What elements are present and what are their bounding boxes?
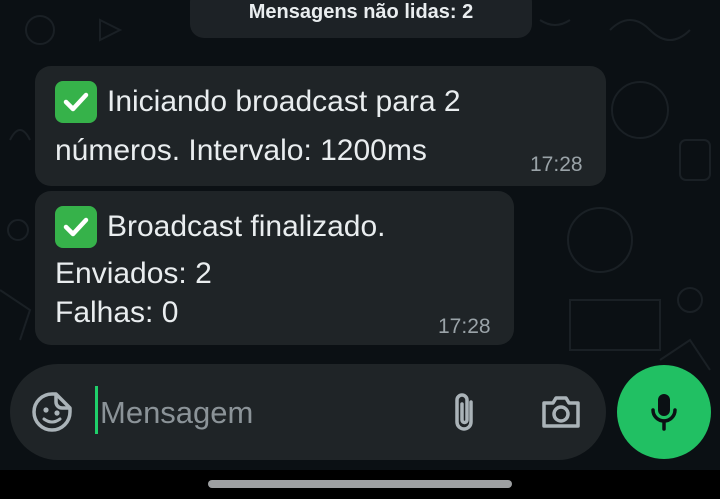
unread-messages-banner: Mensagens não lidas: 2 <box>190 0 532 38</box>
sticker-icon[interactable] <box>30 390 74 434</box>
microphone-button[interactable] <box>617 365 711 459</box>
message-input[interactable] <box>98 388 422 438</box>
message-line: números. Intervalo: 1200ms <box>55 133 427 169</box>
message-text: Falhas: 0 <box>55 296 179 329</box>
message-bubble[interactable]: Broadcast finalizado. Enviados: 2 Falhas… <box>35 191 514 345</box>
message-composer <box>10 364 606 460</box>
message-line: Iniciando broadcast para 2 <box>55 81 461 123</box>
camera-icon[interactable] <box>538 392 584 432</box>
message-timestamp: 17:28 <box>438 315 491 338</box>
message-timestamp: 17:28 <box>530 153 583 176</box>
home-indicator[interactable] <box>208 480 512 488</box>
message-bubble[interactable]: Iniciando broadcast para 2 números. Inte… <box>35 66 606 186</box>
message-line: Falhas: 0 <box>55 295 178 331</box>
paperclip-icon[interactable] <box>446 390 482 434</box>
message-text: Enviados: 2 <box>55 257 212 290</box>
message-line: Enviados: 2 <box>55 256 212 292</box>
check-mark-icon <box>55 81 97 123</box>
message-text: números. Intervalo: 1200ms <box>55 134 427 167</box>
text-caret <box>95 386 98 434</box>
check-mark-icon <box>55 206 97 248</box>
unread-messages-text: Mensagens não lidas: 2 <box>248 1 474 23</box>
message-text: Iniciando broadcast para 2 <box>107 85 461 118</box>
message-text: Broadcast finalizado. <box>107 210 386 243</box>
microphone-icon <box>651 394 677 431</box>
message-line: Broadcast finalizado. <box>55 206 386 248</box>
